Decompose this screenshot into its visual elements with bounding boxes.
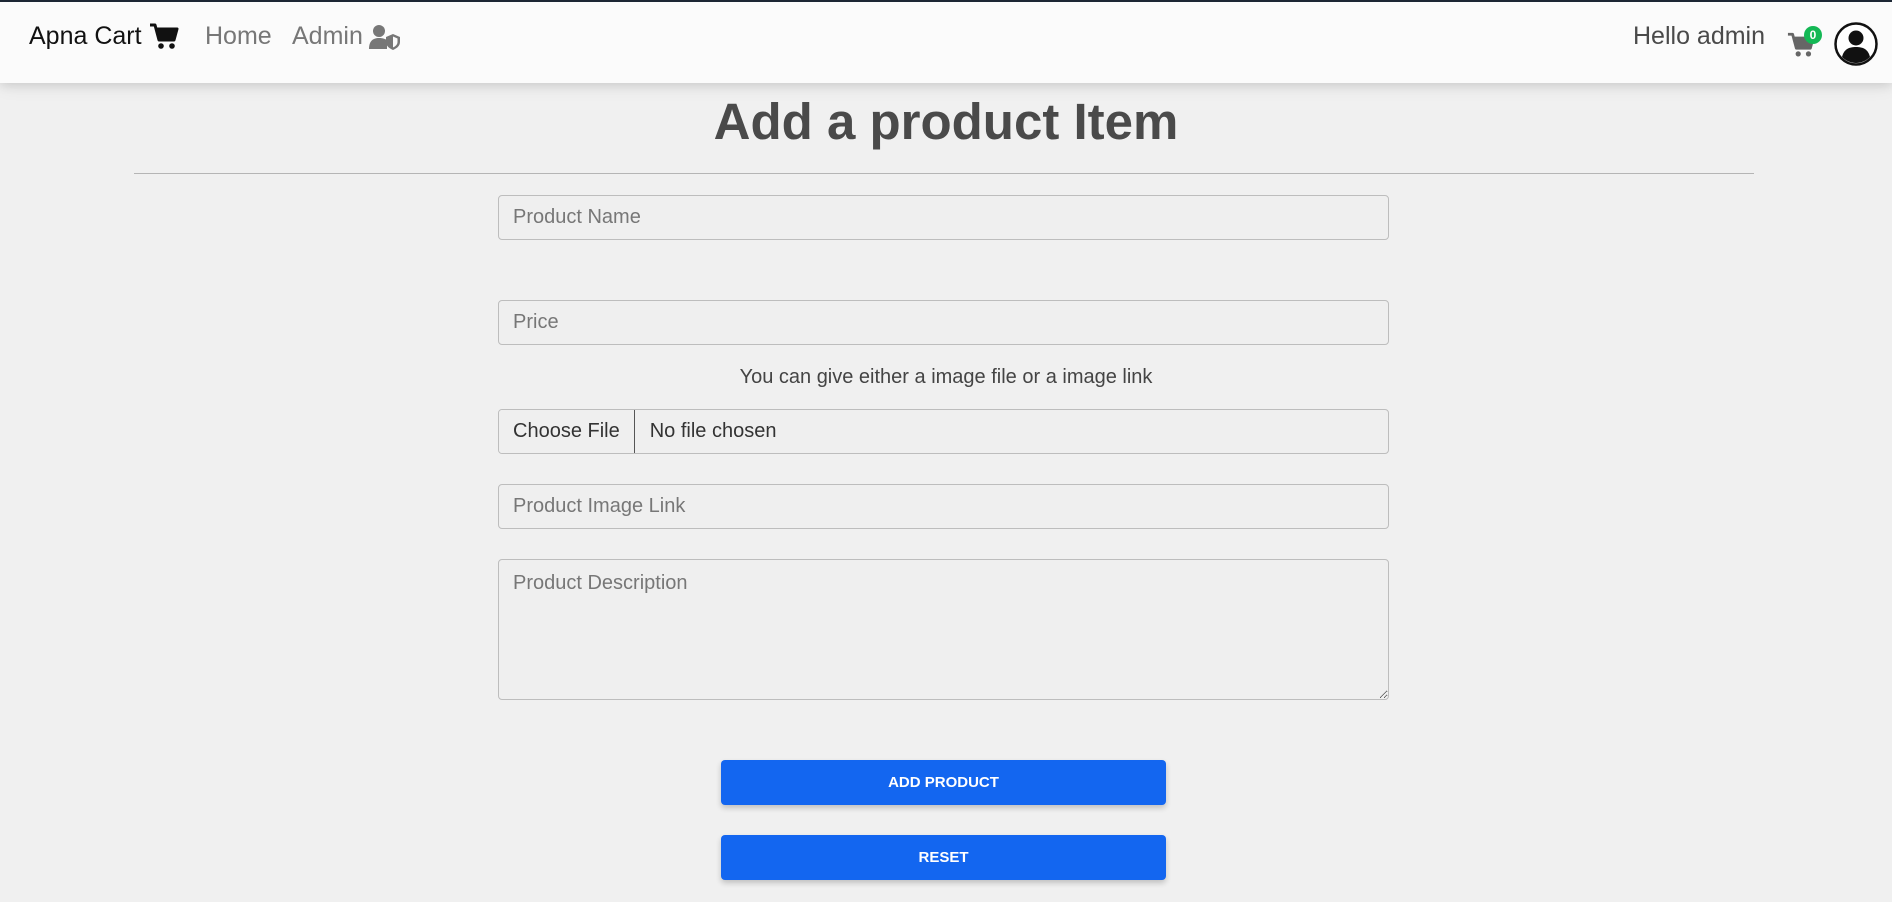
nav-admin-link[interactable]: Admin: [292, 22, 401, 51]
cart-icon: [149, 23, 179, 49]
user-circle-icon: [1834, 22, 1878, 66]
greeting-text: Hello admin: [1633, 22, 1766, 50]
image-file-input[interactable]: Choose File No file chosen: [498, 409, 1389, 454]
nav-home-link[interactable]: Home: [205, 22, 272, 51]
nav-admin-label: Admin: [292, 22, 363, 50]
brand-logo[interactable]: Apna Cart: [29, 22, 179, 51]
user-avatar[interactable]: [1834, 22, 1878, 66]
nav-home-label: Home: [205, 22, 272, 50]
image-hint-text: You can give either a image file or a im…: [739, 366, 1153, 388]
user-shield-icon: [368, 24, 400, 50]
choose-file-button[interactable]: Choose File: [499, 410, 635, 453]
title-divider: [134, 173, 1754, 174]
page-title: Add a product Item: [713, 93, 1179, 150]
reset-button[interactable]: RESET: [721, 835, 1166, 880]
cart-button[interactable]: 0: [1787, 26, 1822, 60]
cart-count-badge: 0: [1804, 26, 1822, 44]
file-status-text: No file chosen: [649, 420, 777, 442]
product-description-textarea[interactable]: [498, 559, 1389, 700]
brand-name: Apna Cart: [29, 22, 142, 50]
price-input[interactable]: [498, 300, 1389, 345]
add-product-button[interactable]: ADD PRODUCT: [721, 760, 1166, 805]
product-name-input[interactable]: [498, 195, 1389, 240]
product-image-link-input[interactable]: [498, 484, 1389, 529]
navbar: Apna Cart Home Admin Hello admin 0: [0, 2, 1892, 83]
